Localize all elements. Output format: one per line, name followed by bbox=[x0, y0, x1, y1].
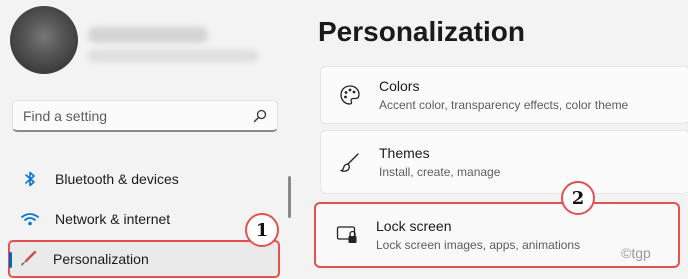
sidebar-item-label: Personalization bbox=[53, 251, 149, 267]
card-subtitle: Install, create, manage bbox=[379, 165, 501, 179]
bluetooth-icon bbox=[20, 169, 40, 189]
card-subtitle: Lock screen images, apps, animations bbox=[376, 238, 581, 252]
card-title: Themes bbox=[379, 145, 430, 161]
card-title: Lock screen bbox=[376, 218, 452, 234]
palette-icon bbox=[339, 84, 361, 106]
search-icon[interactable] bbox=[253, 109, 267, 123]
account-email-blurred bbox=[88, 50, 258, 62]
colors-card[interactable]: Colors Accent color, transparency effect… bbox=[320, 66, 688, 124]
sidebar-scrollbar[interactable] bbox=[288, 176, 291, 218]
card-subtitle: Accent color, transparency effects, colo… bbox=[379, 98, 629, 112]
sidebar-item-personalization[interactable]: Personalization bbox=[8, 240, 280, 278]
paintbrush-icon bbox=[18, 249, 38, 269]
wifi-icon bbox=[20, 209, 40, 229]
sidebar-item-network[interactable]: Network & internet bbox=[12, 202, 280, 236]
settings-window: Find a setting Bluetooth & devices Netwo… bbox=[0, 0, 688, 279]
sidebar-item-label: Network & internet bbox=[55, 211, 171, 227]
brush-icon bbox=[339, 151, 361, 173]
step-1-badge: 1 bbox=[245, 213, 279, 247]
page-title: Personalization bbox=[318, 16, 525, 47]
watermark: ©tgp bbox=[621, 245, 651, 261]
avatar[interactable] bbox=[10, 6, 78, 74]
account-name-blurred bbox=[88, 27, 208, 43]
sidebar-item-label: Bluetooth & devices bbox=[55, 171, 179, 187]
search-placeholder: Find a setting bbox=[23, 107, 108, 124]
selection-indicator bbox=[9, 252, 12, 268]
sidebar-item-bluetooth[interactable]: Bluetooth & devices bbox=[12, 162, 280, 196]
card-title: Colors bbox=[379, 78, 420, 94]
search-input[interactable]: Find a setting bbox=[12, 100, 278, 132]
themes-card[interactable]: Themes Install, create, manage bbox=[320, 130, 688, 194]
step-2-badge: 2 bbox=[561, 181, 595, 215]
lock-screen-icon bbox=[336, 224, 358, 246]
